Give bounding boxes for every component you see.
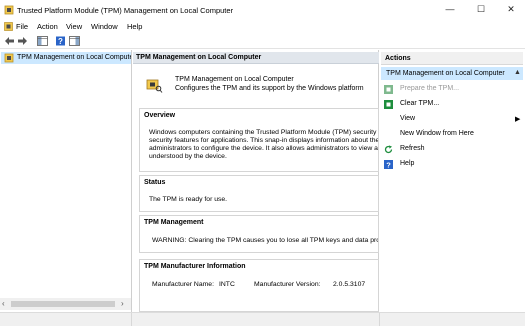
tree-item-label: TPM Management on Local Computer	[17, 54, 131, 61]
manufacturer-name-value: INTC	[219, 281, 235, 288]
status-title: Status	[144, 179, 166, 186]
overview-title: Overview	[144, 112, 176, 119]
action-new-window[interactable]: New Window from Here	[384, 128, 522, 141]
minimize-button[interactable]: —	[435, 0, 465, 20]
results-header-title: TPM Management on Local Computer	[136, 54, 262, 61]
manufacturer-info-section: TPM Manufacturer Information Manufacture…	[139, 259, 379, 312]
manufacturer-version-label: Manufacturer Version:	[254, 281, 321, 288]
action-clear-tpm[interactable]: Clear TPM...	[384, 98, 522, 111]
tpm-management-title: TPM Management	[144, 219, 204, 226]
scroll-right-icon[interactable]: ›	[121, 299, 124, 308]
action-label: Clear TPM...	[400, 100, 440, 107]
scroll-thumb[interactable]	[11, 301, 115, 307]
manufacturer-name-label: Manufacturer Name:	[152, 281, 214, 288]
action-prepare-tpm[interactable]: Prepare the TPM...	[384, 83, 522, 96]
status-segment	[0, 313, 132, 326]
manufacturer-info-title: TPM Manufacturer Information	[144, 263, 246, 270]
title-bar: Trusted Platform Module (TPM) Management…	[0, 0, 525, 20]
menu-file[interactable]: File	[16, 22, 28, 31]
actions-group-label: TPM Management on Local Computer	[386, 70, 505, 77]
overview-line: Windows computers containing the Trusted…	[149, 129, 379, 136]
clear-tpm-warning: WARNING: Clearing the TPM causes you to …	[152, 237, 379, 244]
status-section: Status The TPM is ready for use.	[139, 175, 379, 212]
help-icon[interactable]: ?	[55, 36, 66, 46]
actions-header: Actions	[381, 52, 523, 65]
tpm-key-icon	[146, 79, 163, 93]
show-hide-action-pane-icon[interactable]	[69, 36, 80, 46]
show-hide-console-tree-icon[interactable]	[37, 36, 48, 46]
action-view[interactable]: View ▶	[384, 113, 522, 126]
submenu-arrow-icon: ▶	[515, 116, 521, 123]
menu-view[interactable]: View	[66, 22, 82, 31]
console-icon[interactable]	[4, 22, 13, 31]
overview-section: Overview Windows computers containing th…	[139, 108, 379, 172]
actions-pane: Actions TPM Management on Local Computer…	[380, 50, 525, 312]
forward-arrow-icon[interactable]	[17, 36, 28, 46]
actions-group-header[interactable]: TPM Management on Local Computer ▲	[381, 67, 523, 80]
tree-item-tpm-management[interactable]: TPM Management on Local Computer	[1, 52, 131, 64]
close-button[interactable]: ✕	[496, 0, 525, 20]
tpm-app-icon	[4, 5, 14, 15]
refresh-icon	[384, 145, 393, 154]
status-segment	[132, 313, 380, 326]
action-label: New Window from Here	[400, 130, 474, 137]
collapse-arrow-icon[interactable]: ▲	[514, 69, 521, 76]
overview-line: understood by the device.	[149, 153, 227, 160]
overview-line: administrators to configure the device. …	[149, 145, 379, 152]
green-action-icon	[384, 85, 393, 94]
intro-title: TPM Management on Local Computer	[175, 76, 294, 83]
window-title: Trusted Platform Module (TPM) Management…	[17, 6, 234, 15]
menu-action[interactable]: Action	[37, 22, 58, 31]
action-label: Refresh	[400, 145, 425, 152]
tree-horizontal-scrollbar[interactable]: ‹ ›	[0, 298, 131, 310]
tpm-chip-icon	[4, 53, 14, 63]
overview-line: security features for applications. This…	[149, 137, 379, 144]
menu-bar: File Action View Window Help	[0, 20, 525, 33]
action-label: View	[400, 115, 416, 122]
menu-help[interactable]: Help	[127, 22, 142, 31]
manufacturer-version-value: 2.0.5.3107	[333, 281, 366, 288]
intro-description: Configures the TPM and its support by th…	[175, 85, 364, 92]
status-bar	[0, 312, 525, 326]
action-help[interactable]: ? Help	[384, 158, 522, 171]
green-action-icon	[384, 100, 393, 109]
tpm-management-section: TPM Management WARNING: Clearing the TPM…	[139, 215, 379, 253]
svg-text:?: ?	[58, 37, 63, 46]
manufacturer-info-header: TPM Manufacturer Information	[140, 260, 378, 274]
scroll-left-icon[interactable]: ‹	[2, 299, 5, 308]
action-refresh[interactable]: Refresh	[384, 143, 522, 156]
actions-title: Actions	[385, 55, 411, 62]
action-label: Help	[400, 160, 415, 167]
status-header: Status	[140, 176, 378, 190]
svg-text:?: ?	[386, 161, 391, 170]
toolbar: ?	[0, 33, 525, 49]
help-icon: ?	[384, 160, 393, 169]
overview-header: Overview	[140, 109, 378, 123]
action-label: Prepare the TPM...	[400, 85, 460, 92]
back-arrow-icon[interactable]	[4, 36, 15, 46]
menu-window[interactable]: Window	[91, 22, 118, 31]
status-text: The TPM is ready for use.	[149, 196, 228, 203]
console-tree: TPM Management on Local Computer ‹ ›	[0, 50, 132, 312]
results-header: TPM Management on Local Computer	[133, 52, 379, 64]
maximize-button[interactable]: ☐	[466, 0, 496, 20]
results-pane: TPM Management on Local Computer TPM Man…	[133, 50, 379, 312]
tpm-management-header: TPM Management	[140, 216, 378, 230]
